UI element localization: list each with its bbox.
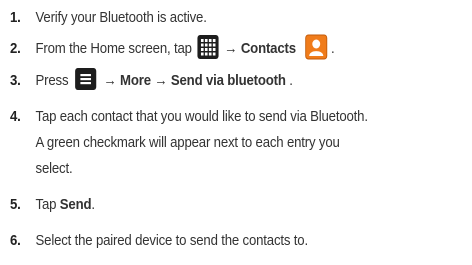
- step-text-suffix: .: [91, 196, 95, 213]
- step-number: 6.: [10, 232, 21, 249]
- step-text-line: select.: [35, 160, 73, 177]
- step-text-prefix: Tap: [35, 196, 57, 213]
- step-number: 5.: [10, 196, 21, 213]
- step-text-suffix: .: [331, 40, 335, 57]
- step-text: Press → More → Send via bluetooth .: [36, 68, 293, 94]
- arrow: →: [224, 40, 238, 57]
- step-text-line: A green checkmark will appear next to ea…: [35, 134, 340, 151]
- apps-grid-icon: [197, 35, 219, 60]
- step-bold-text: → More → Send via bluetooth: [103, 72, 286, 89]
- step-number: 1.: [10, 9, 21, 26]
- step-text: Tap each contact that you would like to …: [36, 104, 368, 182]
- step-text: Verify your Bluetooth is active.: [35, 9, 207, 26]
- step-text-prefix: Press: [35, 72, 69, 89]
- menu-key-icon: [75, 68, 97, 91]
- step-bold-text: Send: [59, 196, 92, 213]
- step-bold-text: Contacts: [240, 40, 296, 57]
- step-number: 4.: [10, 108, 21, 125]
- contacts-icon: [305, 34, 328, 60]
- step-text-prefix: From the Home screen, tap: [35, 40, 192, 57]
- step-text-suffix: .: [289, 72, 293, 89]
- step-text: Select the paired device to send the con…: [35, 232, 309, 249]
- step-number: 3.: [10, 72, 21, 89]
- step-text-line: Tap each contact that you would like to …: [35, 108, 368, 125]
- step-text: From the Home screen, tap → Contacts .: [35, 34, 335, 62]
- step-text: Tap Send.: [36, 192, 95, 218]
- step-number: 2.: [10, 40, 21, 57]
